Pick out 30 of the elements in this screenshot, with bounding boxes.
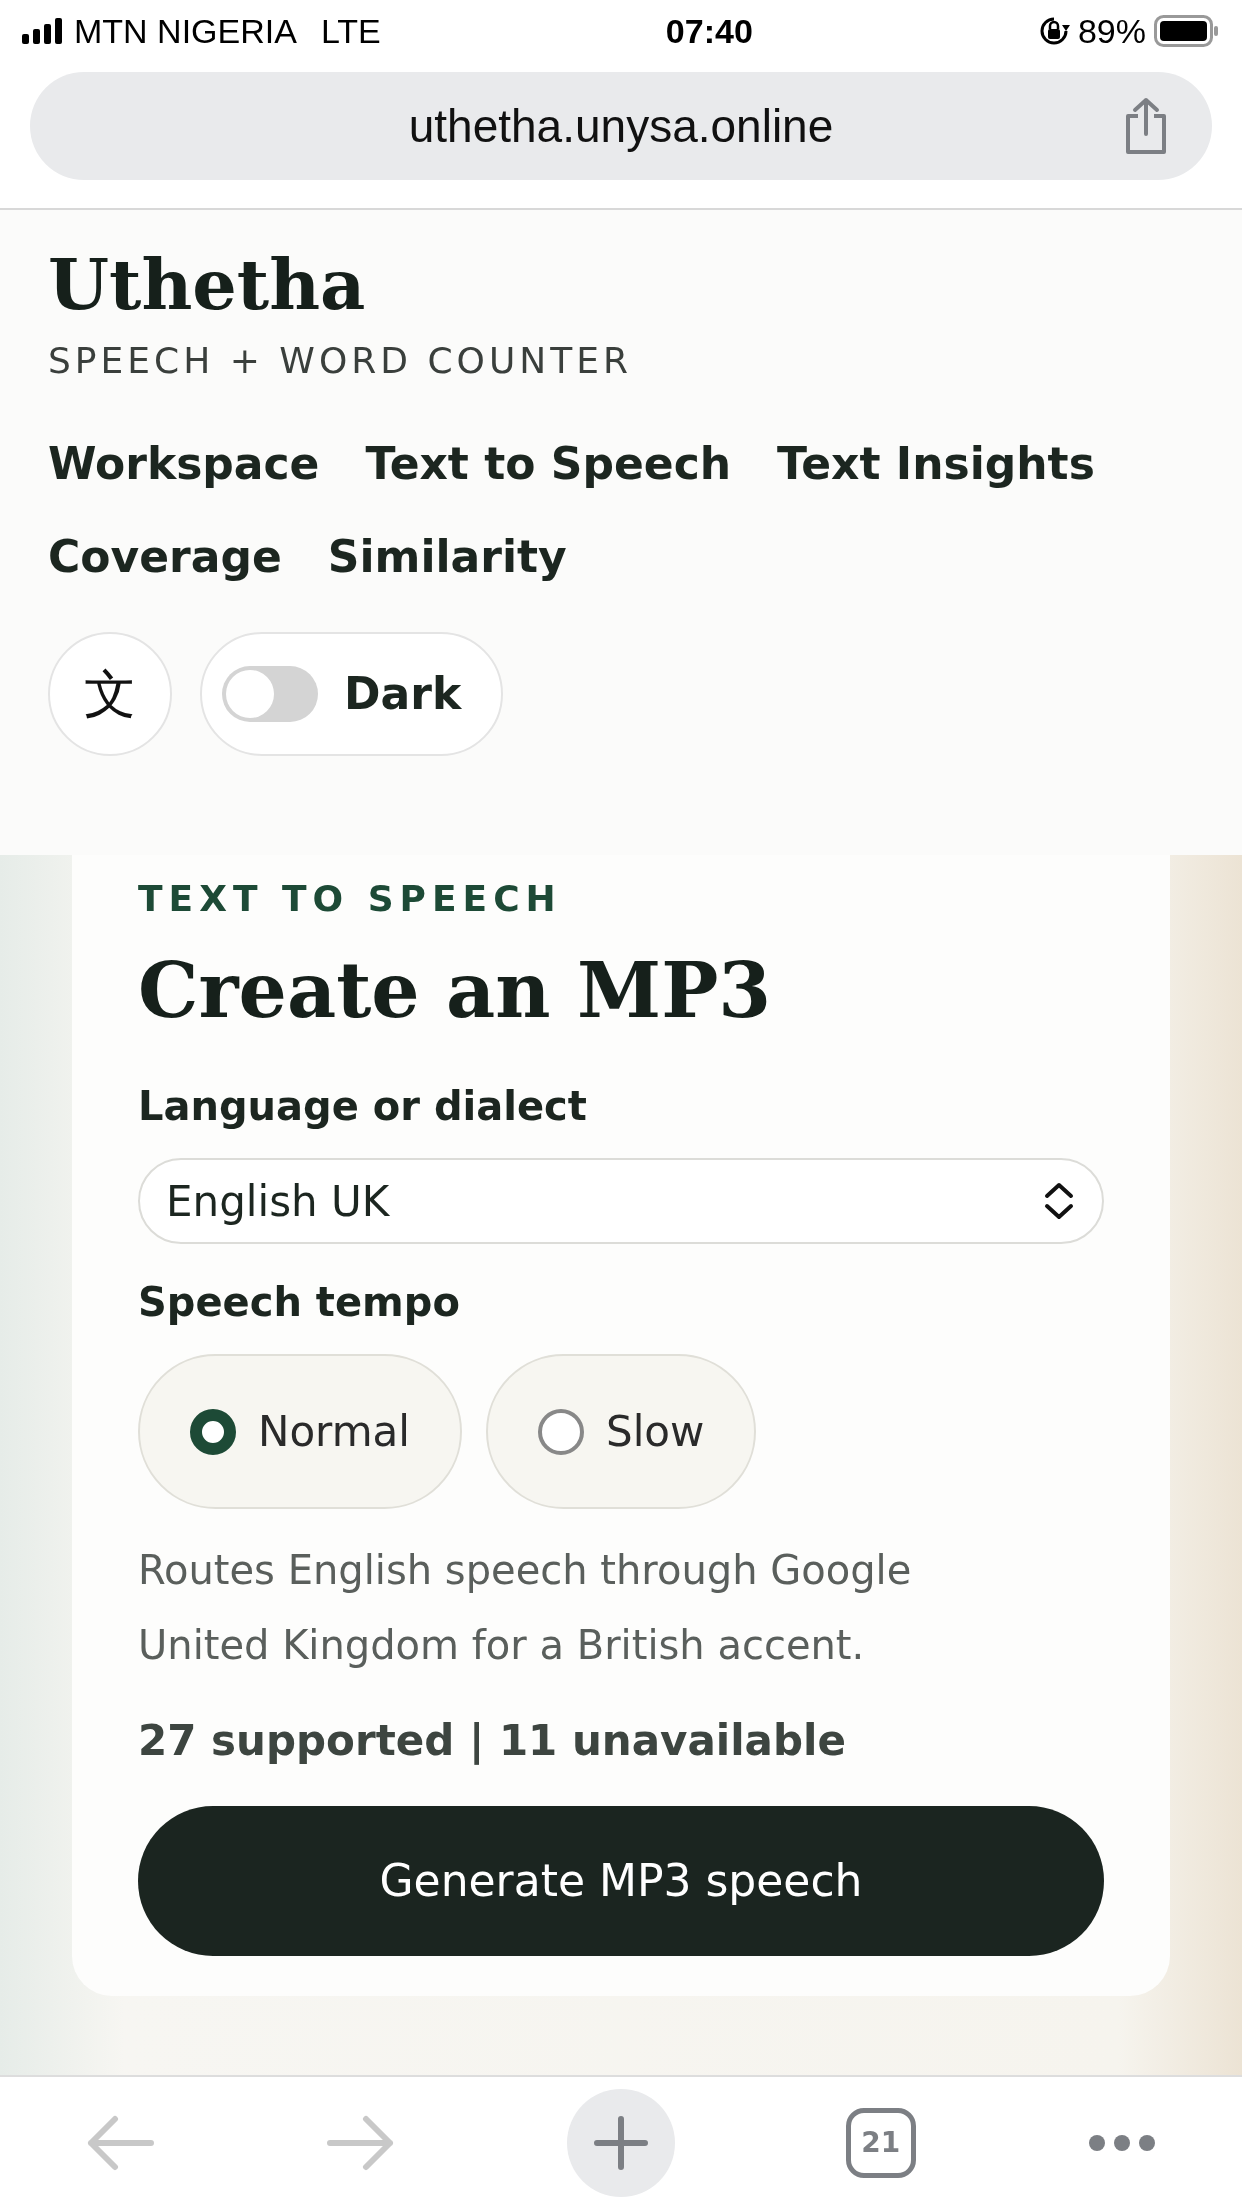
language-counts: 27 supported | 11 unavailable <box>138 1715 847 1767</box>
radio-icon[interactable] <box>190 1408 236 1455</box>
address-bar[interactable]: uthetha.unysa.online <box>30 72 1212 180</box>
battery-percent: 89% <box>1077 10 1146 52</box>
field-label: Language or dialect <box>138 1082 588 1131</box>
language-button[interactable]: 文 <box>48 631 172 756</box>
nav-link[interactable]: Text to Speech <box>365 438 732 491</box>
help-text: Routes English speech through Google United Kingdom for a British accent. <box>138 1546 913 1670</box>
language-select[interactable]: English UK <box>138 1158 1104 1244</box>
section-label: TEXT TO SPEECH <box>138 877 563 921</box>
field-label: Speech tempo <box>138 1278 461 1327</box>
site-title: Uthetha <box>48 250 367 320</box>
plus-icon <box>593 2114 649 2171</box>
clock-time: 07:40 <box>664 10 754 52</box>
tempo-option[interactable]: Normal <box>138 1354 462 1509</box>
nav-link[interactable]: Coverage <box>48 530 282 584</box>
tabs-button[interactable]: 21 <box>845 2107 916 2178</box>
nav-link[interactable]: Text Insights <box>777 438 1095 491</box>
chevron-icon <box>1042 1181 1076 1221</box>
section-heading: Create an MP3 <box>138 945 773 1037</box>
dark-mode-toggle[interactable]: Dark <box>200 631 504 756</box>
generate-button[interactable]: Generate MP3 speech <box>138 1806 1104 1956</box>
network-type: LTE <box>320 10 381 52</box>
more-icon[interactable] <box>1086 2132 1157 2153</box>
nav-link[interactable]: Workspace <box>48 438 320 491</box>
carrier-name: MTN NIGERIA <box>74 10 297 52</box>
nav-link[interactable]: Similarity <box>327 530 567 584</box>
tempo-option[interactable]: Slow <box>485 1354 757 1509</box>
site-tagline: SPEECH + WORD COUNTER <box>48 339 633 383</box>
battery-icon <box>1154 15 1220 47</box>
